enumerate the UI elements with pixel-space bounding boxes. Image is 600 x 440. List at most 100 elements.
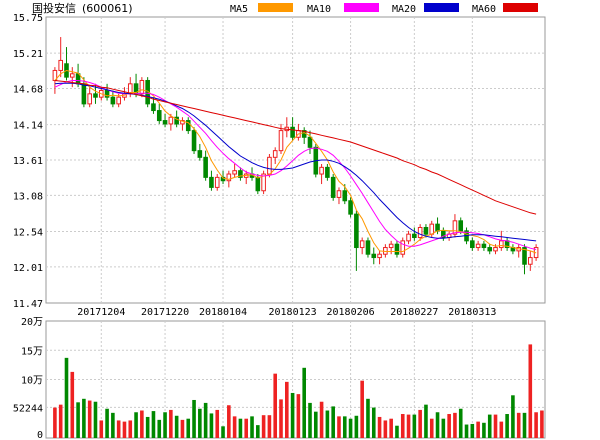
volume-bar: [516, 412, 521, 438]
price-tick-label: 15.21: [13, 49, 43, 60]
candle-up: [116, 96, 121, 105]
candle-up: [232, 170, 237, 175]
legend-swatch: [344, 3, 379, 12]
candle-down: [307, 136, 313, 148]
volume-bar: [221, 426, 225, 438]
volume-bar: [429, 418, 434, 438]
chart-header: 国投安信 (600061) MA5 MA10 MA20 MA60: [32, 1, 538, 15]
candle-down: [394, 243, 400, 255]
candle-up: [400, 240, 406, 255]
volume-tick-label: 20万: [21, 317, 43, 328]
volume-bar: [470, 423, 475, 438]
price-panel: 15.75 15.21 14.68 14.14 13.61 13.08 12.54 12.01…: [13, 13, 546, 318]
volume-bar: [82, 398, 86, 438]
volume-bar: [70, 371, 75, 438]
volume-bar: [53, 407, 57, 438]
volume-bar: [476, 421, 480, 438]
volume-bar: [285, 381, 289, 438]
volume-bar: [232, 416, 237, 438]
volume-bar: [87, 400, 92, 438]
candle-up: [388, 243, 394, 249]
volume-tick-label: 10万: [21, 376, 43, 387]
volume-bar: [522, 412, 527, 438]
candle-down: [197, 150, 203, 158]
volume-bar: [244, 418, 249, 438]
candle-down: [162, 120, 168, 125]
candle-up: [359, 240, 365, 249]
volume-bar: [412, 414, 417, 438]
candle-up: [429, 223, 435, 235]
volume-bar: [441, 418, 446, 438]
volume-panel: 20万 15万 10万 52244 0: [13, 317, 546, 440]
stock-code: (600061): [82, 2, 133, 15]
candle-up: [377, 253, 382, 259]
date-tick-label: 20180313: [448, 307, 496, 318]
candle-up: [87, 93, 92, 105]
volume-bar: [198, 408, 202, 438]
candle-down: [191, 130, 197, 152]
legend-label: MA10: [307, 4, 331, 15]
volume-bar: [435, 412, 440, 438]
volume-bar: [267, 415, 272, 438]
volume-tick-label: 0: [37, 430, 43, 440]
volume-bar: [116, 420, 121, 438]
candle-down: [110, 96, 116, 105]
volume-bar: [453, 412, 457, 438]
candle-down: [81, 83, 87, 105]
candle-down: [458, 220, 464, 232]
volume-bar: [354, 415, 359, 438]
candle-up: [417, 226, 423, 239]
volume-tick-label: 15万: [21, 346, 43, 357]
volume-bar: [493, 414, 498, 438]
candle-down: [412, 233, 417, 239]
candle-up: [168, 116, 174, 125]
volume-bar: [227, 405, 231, 438]
volume-bar: [499, 421, 504, 438]
price-tick-label: 12.01: [13, 263, 43, 274]
volume-bar: [209, 413, 214, 438]
volume-bar: [128, 420, 133, 438]
candle-down: [342, 190, 348, 202]
candle-down: [156, 110, 162, 122]
candle-down: [487, 247, 493, 252]
volume-bar: [169, 409, 173, 438]
volume-bar: [400, 414, 405, 438]
volume-bar: [528, 344, 533, 438]
volume-bar: [238, 418, 243, 438]
volume-bar: [140, 410, 144, 438]
price-tick-label: 13.08: [13, 191, 43, 202]
volume-bar: [273, 373, 278, 438]
volume-bar: [308, 402, 312, 438]
volume-bar: [348, 418, 353, 438]
volume-bar: [360, 380, 364, 438]
candle-down: [330, 176, 336, 198]
volume-bar: [331, 406, 335, 438]
candle-up: [475, 243, 481, 249]
volume-bar: [313, 411, 318, 438]
volume-bar: [389, 418, 393, 438]
candle-down: [203, 156, 208, 178]
volume-bar: [215, 409, 220, 438]
volume-bar: [203, 402, 208, 438]
volume-bar: [395, 425, 399, 438]
candle-up: [278, 130, 284, 152]
legend-swatch: [503, 3, 538, 12]
price-tick-label: 14.68: [13, 85, 43, 96]
candle-down: [470, 240, 475, 249]
volume-bar: [122, 421, 127, 438]
candle-up: [69, 73, 75, 78]
price-tick-label: 13.61: [13, 156, 43, 167]
volume-bar: [99, 420, 104, 438]
candle-up: [528, 257, 533, 265]
candle-up: [406, 233, 411, 242]
volume-bar: [337, 416, 341, 438]
volume-bar: [157, 419, 162, 438]
legend: MA5 MA10 MA20 MA60: [230, 3, 538, 15]
candle-down: [290, 126, 295, 138]
volume-bar: [447, 414, 451, 438]
volume-bar: [180, 419, 185, 438]
candle-down: [255, 176, 261, 192]
candle-up: [267, 156, 272, 175]
volume-bar: [366, 398, 370, 438]
candle-up: [272, 150, 278, 158]
